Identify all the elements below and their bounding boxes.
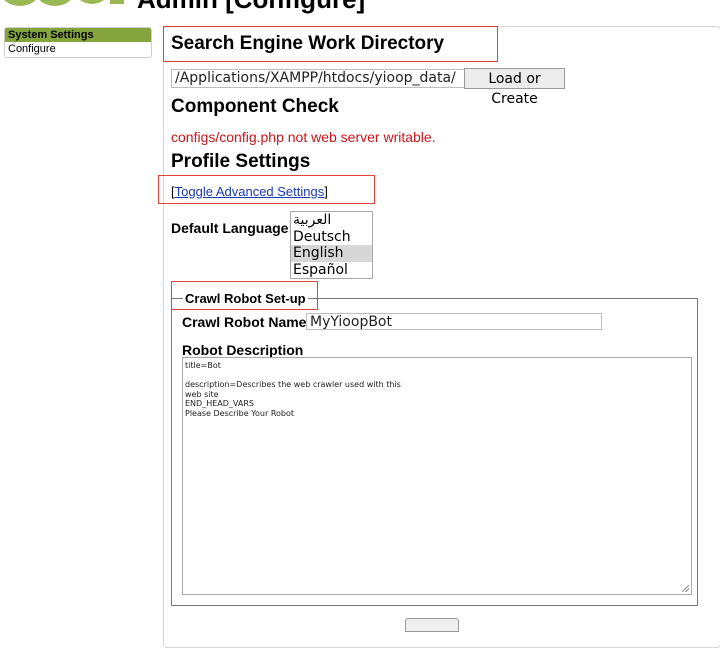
page-title: Admin [Configure]: [137, 0, 365, 15]
language-option-selected[interactable]: English: [291, 245, 372, 262]
toggle-advanced-settings-link[interactable]: Toggle Advanced Settings: [175, 184, 325, 199]
save-button[interactable]: [405, 618, 459, 632]
toggle-advanced: [Toggle Advanced Settings]: [171, 184, 328, 199]
language-option[interactable]: Deutsch: [291, 229, 372, 246]
config-warning: configs/config.php not web server writab…: [171, 129, 436, 145]
resize-handle-icon[interactable]: [682, 585, 689, 592]
default-language-select[interactable]: العربية Deutsch English Español: [290, 211, 373, 279]
robot-description-textarea[interactable]: title=Bot description=Describes the web …: [182, 357, 692, 595]
crawl-robot-name-input[interactable]: MyYioopBot: [306, 313, 602, 330]
work-directory-heading: Search Engine Work Directory: [171, 33, 445, 54]
component-check-heading: Component Check: [171, 96, 339, 117]
robot-description-text: title=Bot description=Describes the web …: [185, 361, 401, 418]
crawl-robot-name-label: Crawl Robot Name:: [182, 314, 312, 330]
robot-description-label: Robot Description: [182, 342, 304, 358]
toggle-bracket-close: ]: [324, 184, 328, 199]
yioop-logo: [4, 0, 124, 6]
menu-item-configure[interactable]: Configure: [5, 42, 151, 57]
annotation-box-crawl-robot: [171, 281, 318, 310]
side-menu: System Settings Configure: [4, 27, 152, 58]
language-option[interactable]: العربية: [291, 212, 372, 229]
default-language-label: Default Language:: [171, 220, 294, 236]
load-or-create-button[interactable]: Load or Create: [464, 68, 565, 107]
menu-heading[interactable]: System Settings: [5, 28, 151, 42]
work-directory-input[interactable]: /Applications/XAMPP/htdocs/yioop_data/: [171, 69, 466, 88]
language-option[interactable]: Español: [291, 262, 372, 279]
profile-settings-heading: Profile Settings: [171, 151, 311, 172]
